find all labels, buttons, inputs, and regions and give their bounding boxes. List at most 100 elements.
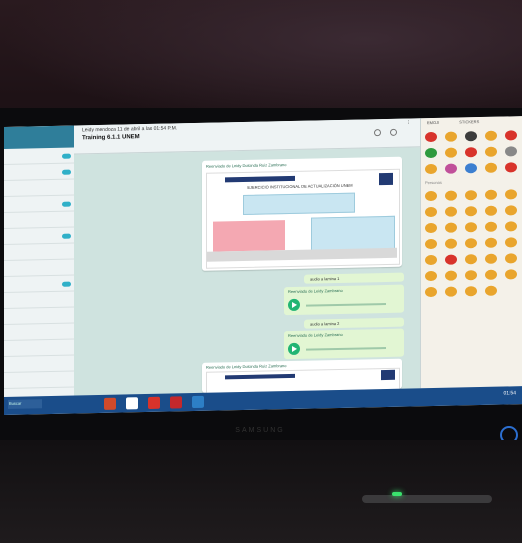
- app-icon[interactable]: [192, 395, 204, 409]
- list-item[interactable]: [4, 339, 74, 357]
- monitor-brand: SAMSUNG: [235, 427, 285, 434]
- emoji-icon[interactable]: [425, 270, 437, 282]
- emoji-icon[interactable]: [465, 190, 477, 201]
- emoji-icon[interactable]: [445, 222, 457, 233]
- list-item[interactable]: [4, 163, 74, 181]
- emoji-icon[interactable]: [425, 131, 437, 143]
- emoji-icon[interactable]: [465, 270, 477, 281]
- emoji-icon[interactable]: [485, 285, 497, 296]
- list-item[interactable]: [4, 211, 74, 229]
- doc-heading: EJERCICIO INSTITUCIONAL DE ACTUALIZACIÓN…: [247, 182, 353, 190]
- emoji-icon[interactable]: [505, 130, 517, 141]
- emoji-icon[interactable]: [465, 163, 477, 174]
- browser-icon[interactable]: [126, 397, 138, 410]
- list-item[interactable]: [4, 275, 74, 293]
- emoji-icon[interactable]: [425, 190, 437, 202]
- emoji-icon[interactable]: [485, 205, 497, 216]
- list-item[interactable]: [4, 307, 74, 325]
- emoji-icon[interactable]: [485, 253, 497, 264]
- audio-waveform[interactable]: [306, 346, 386, 351]
- list-item[interactable]: [4, 291, 74, 309]
- document-preview[interactable]: EJERCICIO INSTITUCIONAL DE ACTUALIZACIÓN…: [206, 168, 400, 269]
- pdf-icon[interactable]: [170, 396, 182, 409]
- forwarded-document-message[interactable]: Reenviado de Leidy Dolcinda Ruiz Zambran…: [202, 156, 402, 271]
- emoji-icon[interactable]: [445, 190, 457, 201]
- message-bubble[interactable]: audio a lamina 2: [304, 317, 404, 329]
- emoji-icon[interactable]: [445, 163, 457, 174]
- list-item[interactable]: [4, 243, 74, 261]
- emoji-icon[interactable]: [505, 253, 517, 264]
- emoji-icon[interactable]: [485, 269, 497, 280]
- emoji-icon[interactable]: [465, 147, 477, 158]
- emoji-icon[interactable]: [505, 189, 517, 200]
- audio-waveform[interactable]: [306, 302, 386, 307]
- emoji-icon[interactable]: [465, 286, 477, 297]
- attach-icon[interactable]: [390, 128, 397, 136]
- chat-list: [4, 125, 75, 398]
- tab-emoji[interactable]: EMOJI: [427, 120, 439, 126]
- taskbar-search[interactable]: Buscar: [8, 399, 42, 409]
- emoji-icon[interactable]: [445, 254, 457, 265]
- emoji-icon[interactable]: [465, 131, 477, 142]
- conversation-pane: Leidy mendoza 11 de abril a las 01:54 P.…: [74, 118, 420, 396]
- emoji-icon[interactable]: [485, 162, 497, 173]
- emoji-icon[interactable]: [465, 254, 477, 265]
- emoji-icon[interactable]: [445, 238, 457, 249]
- emoji-icon[interactable]: [465, 238, 477, 249]
- emoji-icon[interactable]: [465, 222, 477, 233]
- emoji-icon[interactable]: [425, 286, 437, 298]
- emoji-icon[interactable]: [425, 238, 437, 250]
- tab-stickers[interactable]: STICKERS: [459, 119, 479, 125]
- emoji-icon[interactable]: [505, 205, 517, 216]
- forwarded-label: Reenviado de Leidy Dolcinda Ruiz Zambran…: [206, 363, 287, 370]
- emoji-icon[interactable]: [505, 269, 517, 280]
- emoji-icon[interactable]: [425, 206, 437, 218]
- emoji-icon[interactable]: [485, 130, 497, 141]
- emoji-icon[interactable]: [425, 163, 437, 175]
- list-item[interactable]: [4, 147, 74, 165]
- list-item[interactable]: [4, 227, 74, 245]
- list-item[interactable]: [4, 195, 74, 213]
- list-item[interactable]: [4, 371, 74, 389]
- message-text: audio a lamina 2: [310, 320, 340, 327]
- audio-message[interactable]: Reenviado de Leidy Zambrano: [284, 284, 404, 316]
- play-icon[interactable]: [288, 298, 300, 312]
- emoji-icon[interactable]: [485, 221, 497, 232]
- conversation-title[interactable]: Training 6.1.1 UNEM: [82, 134, 140, 141]
- status-light: [392, 492, 402, 496]
- emoji-icon[interactable]: [505, 162, 517, 173]
- message-bubble[interactable]: audio a lamina 1: [304, 272, 404, 284]
- emoji-icon[interactable]: [445, 206, 457, 217]
- desk: [0, 440, 522, 543]
- emoji-icon[interactable]: [425, 147, 437, 159]
- emoji-icon[interactable]: [445, 147, 457, 158]
- emoji-icon[interactable]: [445, 286, 457, 297]
- emoji-section-label: Personas: [425, 179, 442, 186]
- app-icon[interactable]: [104, 397, 116, 410]
- emoji-icon[interactable]: [425, 254, 437, 266]
- play-icon[interactable]: [288, 342, 300, 356]
- taskbar-clock[interactable]: 01:54: [503, 390, 516, 396]
- emoji-icon[interactable]: [505, 221, 517, 232]
- search-icon[interactable]: [374, 129, 381, 137]
- emoji-icon[interactable]: [505, 146, 517, 157]
- doc-box-right: [311, 215, 395, 252]
- app-icon[interactable]: [148, 396, 160, 409]
- emoji-icon[interactable]: [485, 237, 497, 248]
- emoji-icon[interactable]: [425, 222, 437, 234]
- logo-icon: [381, 369, 395, 381]
- forwarded-document-message[interactable]: Reenviado de Leidy Dolcinda Ruiz Zambran…: [202, 358, 402, 394]
- list-item[interactable]: [4, 259, 74, 277]
- emoji-icon[interactable]: [445, 131, 457, 142]
- menu-icon[interactable]: ⋮: [406, 119, 411, 125]
- list-item[interactable]: [4, 355, 74, 373]
- emoji-icon[interactable]: [485, 146, 497, 157]
- list-item[interactable]: [4, 323, 74, 341]
- audio-message[interactable]: Reenviado de Leidy Zambrano: [284, 328, 404, 360]
- forwarded-label: Reenviado de Leidy Zambrano: [288, 287, 343, 295]
- emoji-icon[interactable]: [505, 237, 517, 248]
- emoji-icon[interactable]: [445, 270, 457, 281]
- emoji-icon[interactable]: [485, 189, 497, 200]
- emoji-icon[interactable]: [465, 206, 477, 217]
- list-item[interactable]: [4, 179, 74, 197]
